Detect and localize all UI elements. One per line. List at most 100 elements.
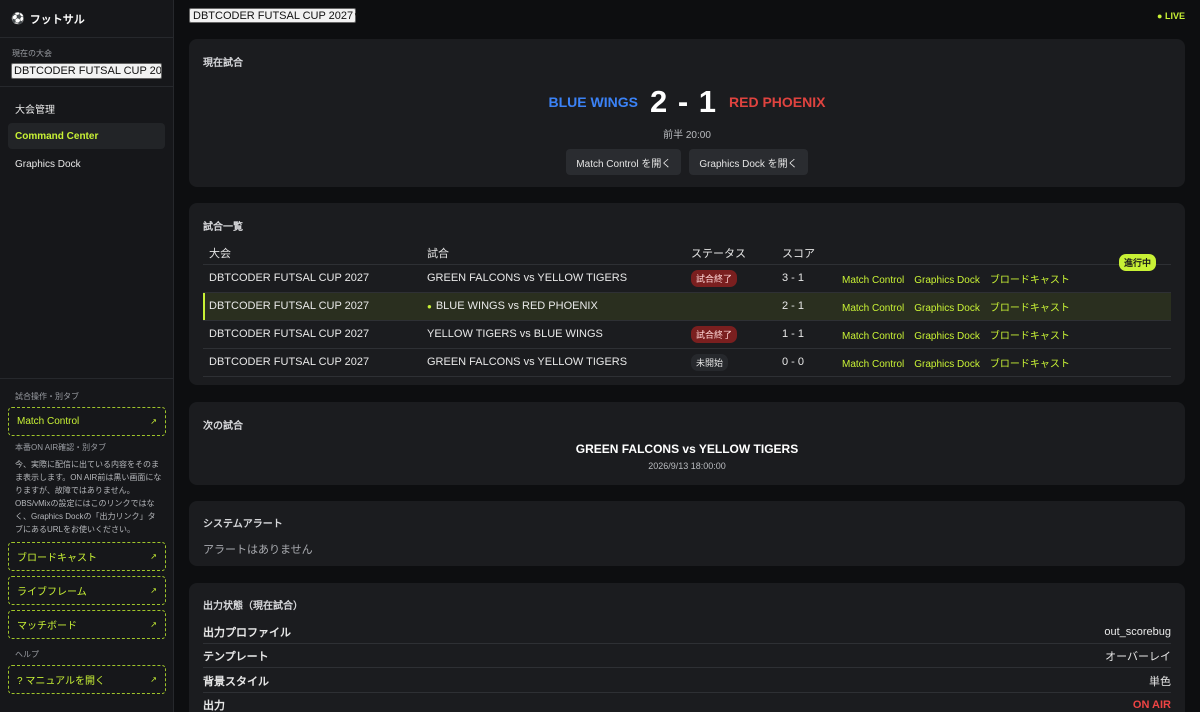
column-header: 大会 (203, 243, 421, 265)
open-graphics-dock-button[interactable]: Graphics Dock を開く (689, 149, 808, 175)
status-badge: 試合終了 (691, 269, 738, 287)
graphics-dock-link[interactable]: Graphics Dock (914, 275, 980, 286)
row-match: BLUE WINGS vs RED PHOENIX (435, 300, 598, 312)
onair-label: 本番ON AIR確認・別タブ (15, 443, 107, 452)
row-actions: Match Control Graphics Dock ブロードキャスト (836, 348, 1171, 377)
tournament-label: 現在の大会 (12, 49, 52, 58)
row-status-cell: 未開始 (685, 348, 776, 377)
output-key: テンプレート (203, 650, 269, 663)
open-match-control-button[interactable]: Match Control を開く (566, 149, 682, 175)
current-match-actions: Match Control を開く Graphics Dock を開く (189, 149, 1185, 175)
output-key: 出力 (203, 700, 225, 712)
external-link-icon: ↗ (150, 675, 157, 684)
on-air-status: ON AIR (1132, 699, 1171, 711)
output-status-title: 出力状態（現在試合） (203, 601, 303, 612)
row-status-cell: 進行中 (685, 254, 1156, 321)
table-row[interactable]: DBTCODER FUTSAL CUP 2027 GREEN FALCONS v… (203, 348, 1171, 377)
row-actions: Match Control Graphics Dock ブロードキャスト (836, 320, 1171, 349)
alerts-empty-text: アラートはありません (203, 544, 313, 556)
graphics-dock-link[interactable]: Graphics Dock (914, 359, 980, 370)
broadcast-link[interactable]: ブロードキャスト (990, 359, 1070, 370)
output-value: オーバーレイ (1105, 650, 1171, 663)
match-control-link-label: Match Control (17, 416, 80, 427)
tournament-select-value: DBTCODER FUTSAL CUP 2027 (14, 65, 162, 77)
row-tournament: DBTCODER FUTSAL CUP 2027 (203, 292, 421, 321)
liveframe-link[interactable]: ライブフレーム ↗ (8, 576, 166, 605)
column-header: 試合 (421, 243, 685, 265)
external-link-icon: ↗ (150, 552, 157, 561)
broadcast-link-label: ブロードキャスト (17, 553, 97, 564)
sidebar: ⚽ フットサル 現在の大会 DBTCODER FUTSAL CUP 2027 ▼… (0, 0, 174, 712)
chevron-down-icon: ▼ (353, 11, 362, 20)
output-value: 単色 (1149, 675, 1171, 688)
row-tournament: DBTCODER FUTSAL CUP 2027 (203, 348, 421, 377)
live-dot-icon: ● (427, 302, 432, 311)
scoreline: BLUE WINGS 2 - 1 RED PHOENIX (189, 84, 1185, 120)
row-status-cell: 試合終了 (685, 320, 776, 349)
liveframe-link-label: ライブフレーム (17, 587, 87, 598)
broadcast-link[interactable]: ブロードキャスト ↗ (8, 542, 166, 571)
next-match-title: 次の試合 (203, 421, 243, 432)
output-status-card: 出力状態（現在試合） 出力プロファイル out_scorebug テンプレート … (189, 583, 1185, 712)
match-control-link[interactable]: Match Control (842, 331, 904, 342)
header-tournament-select[interactable]: DBTCODER FUTSAL CUP 2027 ▼ (189, 8, 361, 23)
live-indicator: ● LIVE (1157, 11, 1185, 21)
output-row-output: 出力 ON AIR (203, 693, 1171, 712)
matchboard-link[interactable]: マッチボード ↗ (8, 610, 166, 639)
current-match-card: 現在試合 BLUE WINGS 2 - 1 RED PHOENIX 前半 20:… (189, 39, 1185, 187)
match-table: 大会 試合 ステータス スコア DBTCODER FUTSAL CUP 2027… (203, 243, 1171, 377)
match-control-link[interactable]: Match Control ↗ (8, 407, 166, 436)
output-value: out_scorebug (1104, 625, 1171, 638)
score: 2 - 1 (649, 84, 717, 119)
output-row-profile: 出力プロファイル out_scorebug (203, 620, 1171, 644)
output-row-template: テンプレート オーバーレイ (203, 644, 1171, 668)
row-actions: Match Control Graphics Dock ブロードキャスト (836, 292, 1171, 321)
period-clock: 前半 20:00 (663, 130, 711, 141)
column-header: スコア (776, 243, 836, 265)
match-list-card: 試合一覧 大会 試合 ステータス スコア DBTCODER FUTSAL CUP… (189, 203, 1185, 385)
table-header: 大会 試合 ステータス スコア (203, 243, 1171, 265)
table-row[interactable]: DBTCODER FUTSAL CUP 2027 GREEN FALCONS v… (203, 264, 1171, 293)
nav-item-graphics-dock[interactable]: Graphics Dock (8, 151, 165, 177)
graphics-dock-link[interactable]: Graphics Dock (914, 303, 980, 314)
broadcast-link[interactable]: ブロードキャスト (990, 331, 1070, 342)
row-score: 1 - 1 (776, 320, 836, 349)
nav-item-command-center[interactable]: Command Center (8, 123, 165, 149)
divider (0, 86, 173, 87)
onair-note: 今、実際に配信に出ている内容をそのまま表示します。ON AIR前は黒い画面になり… (15, 460, 162, 534)
next-match-time: 2026/9/13 18:00:00 (648, 461, 726, 471)
graphics-dock-link[interactable]: Graphics Dock (914, 331, 980, 342)
row-status-cell: 試合終了 (685, 264, 776, 293)
row-match: GREEN FALCONS vs YELLOW TIGERS (421, 264, 685, 293)
system-alerts-title: システムアラート (203, 519, 283, 530)
help-label: ヘルプ (15, 650, 39, 659)
row-score: 0 - 0 (776, 348, 836, 377)
output-key: 出力プロファイル (203, 626, 291, 639)
next-match-teams: GREEN FALCONS vs YELLOW TIGERS (575, 442, 799, 456)
nav-item-tournament-admin[interactable]: 大会管理 (8, 95, 165, 121)
brand[interactable]: ⚽ フットサル (0, 0, 173, 38)
home-team: BLUE WINGS (548, 94, 638, 110)
match-control-link[interactable]: Match Control (842, 275, 904, 286)
sidebar-nav: 大会管理 Command Center Graphics Dock (0, 95, 173, 177)
match-control-link[interactable]: Match Control (842, 359, 904, 370)
match-control-link[interactable]: Match Control (842, 303, 904, 314)
match-list-title: 試合一覧 (203, 222, 243, 233)
broadcast-link[interactable]: ブロードキャスト (990, 303, 1070, 314)
row-score: 2 - 1 (776, 292, 836, 321)
row-match-cell: ● BLUE WINGS vs RED PHOENIX (421, 292, 685, 321)
brand-label: フットサル (29, 13, 85, 26)
row-match: YELLOW TIGERS vs BLUE WINGS (421, 320, 685, 349)
header-tournament-select-value: DBTCODER FUTSAL CUP 2027 (193, 9, 354, 22)
tournament-select[interactable]: DBTCODER FUTSAL CUP 2027 ▼ (11, 63, 162, 79)
table-row[interactable]: DBTCODER FUTSAL CUP 2027 YELLOW TIGERS v… (203, 320, 1171, 349)
external-link-icon: ↗ (150, 417, 157, 426)
broadcast-link[interactable]: ブロードキャスト (990, 275, 1070, 286)
status-badge: 試合終了 (691, 325, 738, 343)
table-row-current[interactable]: DBTCODER FUTSAL CUP 2027 ● BLUE WINGS vs … (203, 254, 1171, 321)
matchboard-link-label: マッチボード (17, 621, 77, 632)
output-row-background: 背景スタイル 単色 (203, 669, 1171, 693)
manual-link[interactable]: ? マニュアルを開く ↗ (8, 665, 166, 694)
system-alerts-card: システムアラート アラートはありません (189, 501, 1185, 566)
row-match: GREEN FALCONS vs YELLOW TIGERS (421, 348, 685, 377)
